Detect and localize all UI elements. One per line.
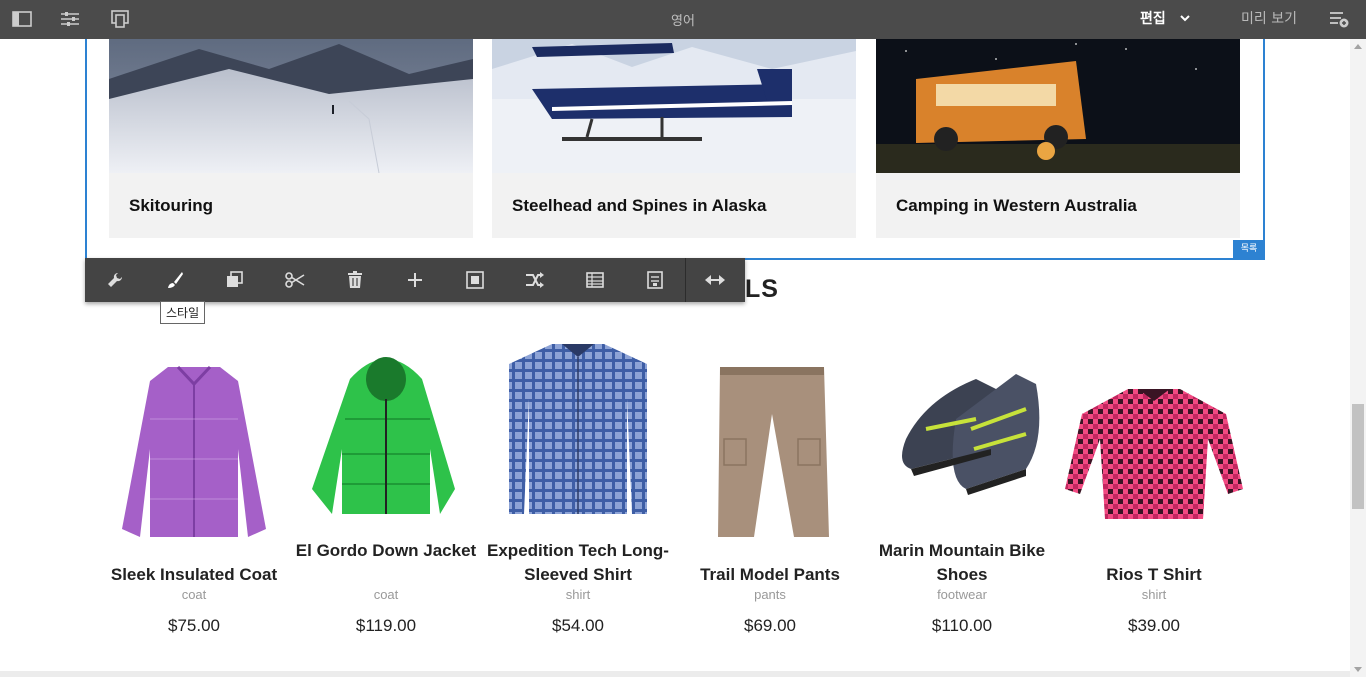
card-title: Steelhead and Spines in Alaska bbox=[512, 196, 767, 215]
green-jacket-image bbox=[290, 339, 482, 539]
product-category: coat bbox=[181, 587, 207, 602]
brush-icon bbox=[168, 272, 183, 288]
plus-icon bbox=[408, 273, 422, 287]
scrollbar-thumb[interactable] bbox=[1352, 404, 1364, 509]
mode-selector[interactable]: 편집 bbox=[1140, 8, 1190, 28]
product-price: $119.00 bbox=[355, 616, 417, 635]
product-price: $110.00 bbox=[931, 616, 993, 635]
purple-coat-image bbox=[98, 339, 290, 539]
select-parent-button[interactable] bbox=[445, 258, 505, 302]
preview-button[interactable]: 미리 보기 bbox=[1241, 8, 1297, 28]
product-category: coat bbox=[373, 587, 399, 602]
product-card[interactable]: Trail Model Pants pants $69.00 bbox=[674, 339, 866, 635]
copy-button[interactable] bbox=[205, 258, 265, 302]
product-name[interactable]: Sleek Insulated Coat bbox=[98, 563, 290, 587]
campervan-night-image bbox=[876, 39, 1240, 173]
product-name[interactable]: Rios T Shirt bbox=[1058, 563, 1250, 587]
shuffle-icon bbox=[526, 272, 544, 288]
annotations-icon[interactable] bbox=[1328, 8, 1350, 30]
style-tooltip: 스타일 bbox=[160, 301, 206, 324]
cut-button[interactable] bbox=[265, 258, 325, 302]
product-category: footwear bbox=[937, 587, 987, 602]
product-name[interactable]: El Gordo Down Jacket bbox=[290, 539, 482, 563]
list-item-card[interactable]: Camping in Western Australia bbox=[876, 39, 1240, 238]
product-price: $75.00 bbox=[168, 616, 220, 635]
emulator-icon[interactable] bbox=[109, 8, 131, 30]
list-component-badge: 목록 bbox=[1233, 240, 1265, 258]
product-card[interactable]: Marin Mountain Bike Shoes footwear $110.… bbox=[866, 339, 1058, 635]
product-card[interactable]: Sleek Insulated Coat coat $75.00 bbox=[98, 339, 290, 635]
insert-button[interactable] bbox=[385, 258, 445, 302]
page-properties-icon[interactable] bbox=[59, 8, 81, 30]
parent-frame-icon bbox=[466, 271, 484, 289]
pink-plaid-shirt-image bbox=[1058, 339, 1250, 539]
page-content: 목록 Skitouring Steelhead and Spines in Al… bbox=[0, 39, 1350, 677]
side-panel-icon[interactable] bbox=[11, 8, 33, 30]
scroll-down-arrow-icon[interactable] bbox=[1354, 667, 1362, 672]
trash-icon bbox=[348, 271, 362, 288]
product-name[interactable]: Expedition Tech Long-Sleeved Shirt bbox=[482, 539, 674, 587]
product-category: shirt bbox=[1141, 587, 1167, 602]
horizontal-arrows-icon bbox=[705, 275, 725, 285]
product-price: $69.00 bbox=[744, 616, 796, 635]
card-title: Camping in Western Australia bbox=[896, 196, 1137, 215]
product-name[interactable]: Marin Mountain Bike Shoes bbox=[866, 539, 1058, 587]
product-name[interactable]: Trail Model Pants bbox=[674, 563, 866, 587]
form-icon bbox=[647, 271, 663, 289]
style-button[interactable] bbox=[145, 258, 205, 302]
resize-button[interactable] bbox=[685, 258, 745, 302]
delete-button[interactable] bbox=[325, 258, 385, 302]
table-icon bbox=[586, 272, 604, 288]
product-price: $54.00 bbox=[552, 616, 604, 635]
scissors-icon bbox=[285, 272, 305, 288]
chevron-down-icon bbox=[1180, 14, 1190, 21]
product-card[interactable]: Expedition Tech Long-Sleeved Shirt shirt… bbox=[482, 339, 674, 635]
snow-slope-image bbox=[109, 39, 473, 173]
wrench-icon bbox=[108, 272, 123, 287]
editor-top-bar: 영어 편집 미리 보기 bbox=[0, 0, 1366, 39]
product-card[interactable]: El Gordo Down Jacket coat $119.00 bbox=[290, 339, 482, 635]
product-category: shirt bbox=[565, 587, 591, 602]
configure-button[interactable] bbox=[85, 258, 145, 302]
component-toolbar bbox=[85, 258, 745, 302]
bike-shoes-image bbox=[866, 339, 1058, 539]
bush-plane-image bbox=[492, 39, 856, 173]
product-category: pants bbox=[754, 587, 786, 602]
group-button[interactable] bbox=[625, 258, 685, 302]
vertical-scrollbar[interactable] bbox=[1350, 39, 1366, 677]
card-title: Skitouring bbox=[129, 196, 214, 215]
layout-button[interactable] bbox=[565, 258, 625, 302]
mode-label: 편집 bbox=[1140, 11, 1166, 27]
copy-icon bbox=[227, 271, 243, 287]
khaki-pants-image bbox=[674, 339, 866, 539]
move-button[interactable] bbox=[505, 258, 565, 302]
list-item-card[interactable]: Steelhead and Spines in Alaska bbox=[492, 39, 856, 238]
section-heading-partial: LS bbox=[745, 275, 779, 303]
list-item-card[interactable]: Skitouring bbox=[109, 39, 473, 238]
product-card[interactable]: Rios T Shirt shirt $39.00 bbox=[1058, 339, 1250, 635]
scroll-up-arrow-icon[interactable] bbox=[1354, 44, 1362, 49]
plaid-shirt-image bbox=[482, 339, 674, 539]
page-footer-divider bbox=[0, 671, 1350, 677]
product-price: $39.00 bbox=[1128, 616, 1180, 635]
